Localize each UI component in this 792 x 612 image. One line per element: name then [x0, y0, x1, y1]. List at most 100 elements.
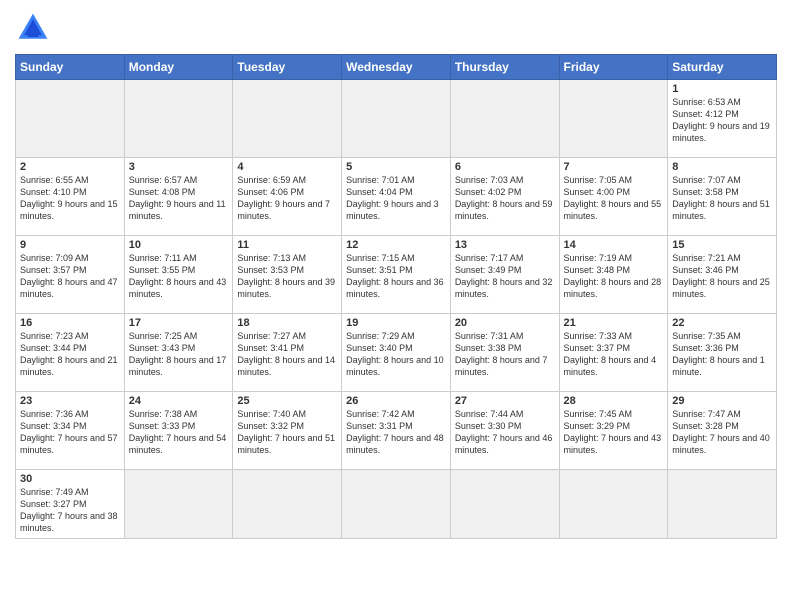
calendar-cell: 16Sunrise: 7:23 AM Sunset: 3:44 PM Dayli…	[16, 314, 125, 392]
calendar-cell	[342, 470, 451, 539]
calendar-cell: 11Sunrise: 7:13 AM Sunset: 3:53 PM Dayli…	[233, 236, 342, 314]
day-info: Sunrise: 6:53 AM Sunset: 4:12 PM Dayligh…	[672, 96, 772, 145]
week-row-3: 16Sunrise: 7:23 AM Sunset: 3:44 PM Dayli…	[16, 314, 777, 392]
calendar-cell: 22Sunrise: 7:35 AM Sunset: 3:36 PM Dayli…	[668, 314, 777, 392]
day-info: Sunrise: 7:07 AM Sunset: 3:58 PM Dayligh…	[672, 174, 772, 223]
day-info: Sunrise: 7:21 AM Sunset: 3:46 PM Dayligh…	[672, 252, 772, 301]
day-info: Sunrise: 7:40 AM Sunset: 3:32 PM Dayligh…	[237, 408, 337, 457]
day-info: Sunrise: 7:44 AM Sunset: 3:30 PM Dayligh…	[455, 408, 555, 457]
day-number: 18	[237, 317, 337, 329]
calendar-cell	[124, 470, 233, 539]
calendar-cell: 7Sunrise: 7:05 AM Sunset: 4:00 PM Daylig…	[559, 158, 668, 236]
day-number: 3	[129, 161, 229, 173]
calendar-cell	[559, 80, 668, 158]
day-number: 10	[129, 239, 229, 251]
day-number: 17	[129, 317, 229, 329]
calendar-cell: 21Sunrise: 7:33 AM Sunset: 3:37 PM Dayli…	[559, 314, 668, 392]
day-info: Sunrise: 7:03 AM Sunset: 4:02 PM Dayligh…	[455, 174, 555, 223]
day-number: 4	[237, 161, 337, 173]
calendar-cell: 2Sunrise: 6:55 AM Sunset: 4:10 PM Daylig…	[16, 158, 125, 236]
day-info: Sunrise: 7:47 AM Sunset: 3:28 PM Dayligh…	[672, 408, 772, 457]
day-number: 9	[20, 239, 120, 251]
weekday-friday: Friday	[559, 55, 668, 80]
day-info: Sunrise: 7:11 AM Sunset: 3:55 PM Dayligh…	[129, 252, 229, 301]
calendar-cell: 24Sunrise: 7:38 AM Sunset: 3:33 PM Dayli…	[124, 392, 233, 470]
calendar-cell: 19Sunrise: 7:29 AM Sunset: 3:40 PM Dayli…	[342, 314, 451, 392]
day-number: 28	[564, 395, 664, 407]
day-number: 16	[20, 317, 120, 329]
day-number: 12	[346, 239, 446, 251]
calendar-cell: 18Sunrise: 7:27 AM Sunset: 3:41 PM Dayli…	[233, 314, 342, 392]
calendar-cell: 4Sunrise: 6:59 AM Sunset: 4:06 PM Daylig…	[233, 158, 342, 236]
day-info: Sunrise: 7:36 AM Sunset: 3:34 PM Dayligh…	[20, 408, 120, 457]
day-number: 7	[564, 161, 664, 173]
calendar-cell: 3Sunrise: 6:57 AM Sunset: 4:08 PM Daylig…	[124, 158, 233, 236]
calendar-cell	[668, 470, 777, 539]
calendar-cell: 8Sunrise: 7:07 AM Sunset: 3:58 PM Daylig…	[668, 158, 777, 236]
day-info: Sunrise: 7:23 AM Sunset: 3:44 PM Dayligh…	[20, 330, 120, 379]
day-info: Sunrise: 7:05 AM Sunset: 4:00 PM Dayligh…	[564, 174, 664, 223]
day-info: Sunrise: 7:38 AM Sunset: 3:33 PM Dayligh…	[129, 408, 229, 457]
calendar-cell: 6Sunrise: 7:03 AM Sunset: 4:02 PM Daylig…	[450, 158, 559, 236]
day-info: Sunrise: 7:49 AM Sunset: 3:27 PM Dayligh…	[20, 486, 120, 535]
day-info: Sunrise: 7:45 AM Sunset: 3:29 PM Dayligh…	[564, 408, 664, 457]
day-number: 21	[564, 317, 664, 329]
calendar-table: SundayMondayTuesdayWednesdayThursdayFrid…	[15, 54, 777, 539]
day-info: Sunrise: 6:55 AM Sunset: 4:10 PM Dayligh…	[20, 174, 120, 223]
calendar-cell: 10Sunrise: 7:11 AM Sunset: 3:55 PM Dayli…	[124, 236, 233, 314]
calendar-cell	[342, 80, 451, 158]
day-number: 19	[346, 317, 446, 329]
day-number: 15	[672, 239, 772, 251]
week-row-5: 30Sunrise: 7:49 AM Sunset: 3:27 PM Dayli…	[16, 470, 777, 539]
week-row-4: 23Sunrise: 7:36 AM Sunset: 3:34 PM Dayli…	[16, 392, 777, 470]
day-number: 25	[237, 395, 337, 407]
header	[15, 10, 777, 46]
day-info: Sunrise: 7:35 AM Sunset: 3:36 PM Dayligh…	[672, 330, 772, 379]
calendar-cell	[233, 80, 342, 158]
weekday-header-row: SundayMondayTuesdayWednesdayThursdayFrid…	[16, 55, 777, 80]
day-number: 23	[20, 395, 120, 407]
day-number: 13	[455, 239, 555, 251]
logo	[15, 10, 55, 46]
calendar-cell: 23Sunrise: 7:36 AM Sunset: 3:34 PM Dayli…	[16, 392, 125, 470]
day-info: Sunrise: 7:17 AM Sunset: 3:49 PM Dayligh…	[455, 252, 555, 301]
day-number: 24	[129, 395, 229, 407]
day-info: Sunrise: 7:33 AM Sunset: 3:37 PM Dayligh…	[564, 330, 664, 379]
week-row-0: 1Sunrise: 6:53 AM Sunset: 4:12 PM Daylig…	[16, 80, 777, 158]
day-number: 26	[346, 395, 446, 407]
calendar-cell: 29Sunrise: 7:47 AM Sunset: 3:28 PM Dayli…	[668, 392, 777, 470]
day-number: 1	[672, 83, 772, 95]
day-info: Sunrise: 7:29 AM Sunset: 3:40 PM Dayligh…	[346, 330, 446, 379]
calendar-cell	[450, 80, 559, 158]
calendar-cell: 1Sunrise: 6:53 AM Sunset: 4:12 PM Daylig…	[668, 80, 777, 158]
day-info: Sunrise: 6:57 AM Sunset: 4:08 PM Dayligh…	[129, 174, 229, 223]
day-info: Sunrise: 7:27 AM Sunset: 3:41 PM Dayligh…	[237, 330, 337, 379]
calendar-cell: 20Sunrise: 7:31 AM Sunset: 3:38 PM Dayli…	[450, 314, 559, 392]
calendar-cell: 15Sunrise: 7:21 AM Sunset: 3:46 PM Dayli…	[668, 236, 777, 314]
calendar-cell: 27Sunrise: 7:44 AM Sunset: 3:30 PM Dayli…	[450, 392, 559, 470]
weekday-thursday: Thursday	[450, 55, 559, 80]
day-info: Sunrise: 7:01 AM Sunset: 4:04 PM Dayligh…	[346, 174, 446, 223]
calendar-cell: 30Sunrise: 7:49 AM Sunset: 3:27 PM Dayli…	[16, 470, 125, 539]
day-number: 11	[237, 239, 337, 251]
calendar-cell: 14Sunrise: 7:19 AM Sunset: 3:48 PM Dayli…	[559, 236, 668, 314]
day-info: Sunrise: 7:09 AM Sunset: 3:57 PM Dayligh…	[20, 252, 120, 301]
calendar-cell	[559, 470, 668, 539]
day-number: 20	[455, 317, 555, 329]
calendar-cell	[233, 470, 342, 539]
weekday-sunday: Sunday	[16, 55, 125, 80]
calendar-cell: 12Sunrise: 7:15 AM Sunset: 3:51 PM Dayli…	[342, 236, 451, 314]
day-number: 6	[455, 161, 555, 173]
calendar-cell	[124, 80, 233, 158]
calendar-cell: 17Sunrise: 7:25 AM Sunset: 3:43 PM Dayli…	[124, 314, 233, 392]
calendar-cell	[16, 80, 125, 158]
day-info: Sunrise: 7:19 AM Sunset: 3:48 PM Dayligh…	[564, 252, 664, 301]
calendar-cell: 25Sunrise: 7:40 AM Sunset: 3:32 PM Dayli…	[233, 392, 342, 470]
day-info: Sunrise: 7:25 AM Sunset: 3:43 PM Dayligh…	[129, 330, 229, 379]
day-number: 14	[564, 239, 664, 251]
logo-icon	[15, 10, 51, 46]
calendar-cell: 9Sunrise: 7:09 AM Sunset: 3:57 PM Daylig…	[16, 236, 125, 314]
calendar-cell: 28Sunrise: 7:45 AM Sunset: 3:29 PM Dayli…	[559, 392, 668, 470]
day-info: Sunrise: 6:59 AM Sunset: 4:06 PM Dayligh…	[237, 174, 337, 223]
day-number: 2	[20, 161, 120, 173]
